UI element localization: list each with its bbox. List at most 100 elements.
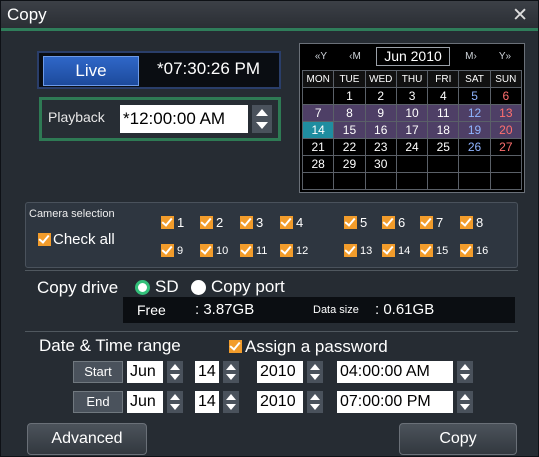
assign-password-checkbox[interactable]	[229, 340, 242, 354]
checkbox-icon[interactable]	[161, 216, 174, 230]
camera-14-checkbox[interactable]: 14	[382, 242, 410, 258]
checkbox-icon[interactable]	[460, 216, 473, 230]
camera-7-checkbox[interactable]: 7	[420, 214, 443, 230]
prev-month-button[interactable]: ‹M	[340, 47, 370, 66]
copy-button[interactable]: Copy	[399, 423, 517, 455]
stepper-down-icon[interactable]	[310, 404, 320, 410]
end-year-field[interactable]: 2010	[257, 391, 303, 413]
stepper-down-icon[interactable]	[256, 122, 268, 129]
stepper-down-icon[interactable]	[170, 404, 180, 410]
stepper-up-icon[interactable]	[460, 364, 470, 370]
end-day-stepper[interactable]	[223, 391, 239, 413]
start-time-stepper[interactable]	[457, 361, 473, 383]
calendar-day[interactable]: 27	[489, 138, 523, 156]
checkbox-icon[interactable]	[240, 216, 253, 230]
calendar-day[interactable]: 5	[458, 87, 491, 105]
calendar-day[interactable]: 1	[333, 87, 366, 105]
camera-16-checkbox[interactable]: 16	[460, 242, 488, 258]
end-year-stepper[interactable]	[307, 391, 323, 413]
calendar-day[interactable]: 18	[427, 121, 460, 139]
end-day-field[interactable]: 14	[195, 391, 219, 413]
check-all[interactable]: Check all	[38, 230, 115, 248]
calendar-day[interactable]: 8	[333, 104, 366, 122]
playback-time-field[interactable]: *12:00:00 AM	[120, 105, 248, 133]
end-button[interactable]: End	[73, 391, 123, 413]
stepper-up-icon[interactable]	[170, 364, 180, 370]
camera-9-checkbox[interactable]: 9	[161, 242, 183, 258]
checkbox-icon[interactable]	[280, 244, 293, 258]
calendar-day[interactable]: 20	[489, 121, 523, 139]
stepper-up-icon[interactable]	[310, 364, 320, 370]
stepper-down-icon[interactable]	[460, 374, 470, 380]
checkbox-icon[interactable]	[420, 244, 433, 258]
calendar-day[interactable]: 4	[427, 87, 460, 105]
calendar-day[interactable]: 12	[458, 104, 491, 122]
camera-13-checkbox[interactable]: 13	[344, 242, 372, 258]
start-time-field[interactable]: 04:00:00 AM	[337, 361, 453, 383]
start-month-field[interactable]: Jun	[127, 361, 163, 383]
checkbox-icon[interactable]	[460, 244, 473, 258]
calendar-day[interactable]: 10	[395, 104, 429, 122]
prev-year-button[interactable]: «Y	[306, 47, 336, 66]
calendar-day[interactable]: 26	[458, 138, 491, 156]
calendar-day[interactable]: 9	[364, 104, 397, 122]
camera-6-checkbox[interactable]: 6	[382, 214, 405, 230]
calendar-day[interactable]: 19	[458, 121, 491, 139]
camera-3-checkbox[interactable]: 3	[240, 214, 263, 230]
calendar-day[interactable]: 15	[333, 121, 366, 139]
checkbox-icon[interactable]	[200, 216, 213, 230]
camera-1-checkbox[interactable]: 1	[161, 214, 184, 230]
checkbox-icon[interactable]	[161, 244, 174, 258]
stepper-up-icon[interactable]	[256, 109, 268, 116]
copy-port-radio[interactable]	[191, 280, 206, 295]
calendar-day[interactable]: 3	[395, 87, 429, 105]
check-all-checkbox[interactable]	[38, 232, 51, 246]
checkbox-icon[interactable]	[200, 244, 213, 258]
assign-password[interactable]: Assign a password	[229, 336, 388, 357]
calendar-day[interactable]: 23	[364, 138, 397, 156]
checkbox-icon[interactable]	[344, 244, 357, 258]
stepper-up-icon[interactable]	[226, 364, 236, 370]
calendar-day[interactable]: 21	[301, 138, 335, 156]
stepper-up-icon[interactable]	[226, 394, 236, 400]
camera-2-checkbox[interactable]: 2	[200, 214, 223, 230]
stepper-down-icon[interactable]	[226, 404, 236, 410]
checkbox-icon[interactable]	[240, 244, 253, 258]
checkbox-icon[interactable]	[344, 216, 357, 230]
start-year-stepper[interactable]	[307, 361, 323, 383]
calendar-day[interactable]: 28	[301, 155, 335, 173]
calendar-day[interactable]: 16	[364, 121, 397, 139]
start-day-field[interactable]: 14	[195, 361, 219, 383]
start-day-stepper[interactable]	[223, 361, 239, 383]
start-year-field[interactable]: 2010	[257, 361, 303, 383]
calendar-day[interactable]: 11	[427, 104, 460, 122]
stepper-down-icon[interactable]	[226, 374, 236, 380]
checkbox-icon[interactable]	[420, 216, 433, 230]
calendar-day[interactable]: 13	[489, 104, 523, 122]
calendar-day[interactable]: 24	[395, 138, 429, 156]
start-button[interactable]: Start	[73, 361, 123, 383]
camera-10-checkbox[interactable]: 10	[200, 242, 228, 258]
stepper-down-icon[interactable]	[310, 374, 320, 380]
close-icon[interactable]: ✕	[512, 4, 528, 27]
calendar-day[interactable]: 25	[427, 138, 460, 156]
next-month-button[interactable]: M›	[456, 47, 486, 66]
sd-radio[interactable]	[135, 280, 150, 295]
start-month-stepper[interactable]	[167, 361, 183, 383]
end-month-stepper[interactable]	[167, 391, 183, 413]
checkbox-icon[interactable]	[382, 216, 395, 230]
end-month-field[interactable]: Jun	[127, 391, 163, 413]
stepper-up-icon[interactable]	[170, 394, 180, 400]
calendar-day[interactable]: 7	[301, 104, 335, 122]
stepper-up-icon[interactable]	[310, 394, 320, 400]
end-time-stepper[interactable]	[457, 391, 473, 413]
calendar-day[interactable]: 14	[301, 121, 335, 139]
checkbox-icon[interactable]	[382, 244, 395, 258]
calendar-day[interactable]: 22	[333, 138, 366, 156]
camera-8-checkbox[interactable]: 8	[460, 214, 483, 230]
playback-time-stepper[interactable]	[252, 105, 272, 133]
live-button[interactable]: Live	[43, 56, 139, 86]
camera-15-checkbox[interactable]: 15	[420, 242, 448, 258]
calendar-day[interactable]: 2	[364, 87, 397, 105]
camera-5-checkbox[interactable]: 5	[344, 214, 367, 230]
